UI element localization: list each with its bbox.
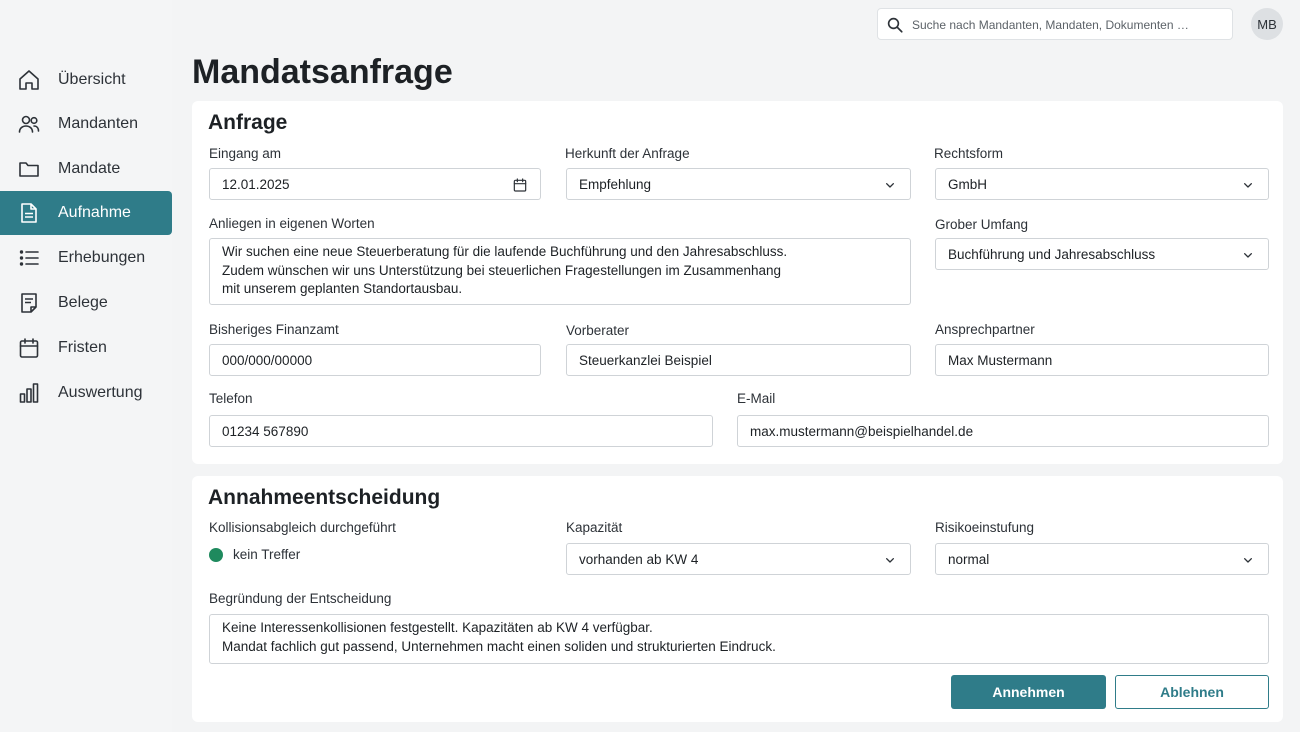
chevron-down-icon — [886, 558, 894, 563]
herkunft-select[interactable]: Empfehlung — [566, 168, 911, 200]
sidebar: Übersicht Mandanten Mandate Aufnahme Erh… — [0, 0, 172, 732]
telefon-value: 01234 567890 — [222, 423, 309, 439]
risiko-label: Risikoeinstufung — [935, 520, 1035, 535]
email-value: max.mustermann@beispielhandel.de — [750, 423, 974, 439]
kapazitaet-value: vorhanden ab KW 4 — [579, 551, 699, 567]
finanzamt-value: 000/000/00000 — [222, 352, 313, 368]
document-icon — [21, 203, 37, 223]
sidebar-item-mandate[interactable]: Mandate — [0, 147, 172, 191]
sidebar-item-label: Belege — [58, 294, 108, 311]
search-input[interactable] — [912, 15, 1224, 35]
eingang-value: 12.01.2025 — [222, 176, 290, 192]
anliegen-textarea[interactable]: Wir suchen eine neue Steuerberatung für … — [209, 238, 911, 305]
calendar-icon — [513, 178, 527, 192]
search-box[interactable] — [877, 8, 1233, 40]
sidebar-item-label: Aufnahme — [58, 204, 131, 221]
finanzamt-label: Bisheriges Finanzamt — [209, 322, 339, 337]
begruendung-label: Begründung der Entscheidung — [209, 591, 392, 606]
finanzamt-input[interactable]: 000/000/00000 — [209, 344, 541, 376]
sidebar-item-label: Erhebungen — [58, 249, 146, 266]
eingang-date-field[interactable]: 12.01.2025 — [209, 168, 541, 200]
telefon-input[interactable]: 01234 567890 — [209, 415, 713, 447]
herkunft-label: Herkunft der Anfrage — [565, 146, 690, 161]
herkunft-value: Empfehlung — [579, 176, 652, 192]
annahmeentscheidung-card: Annahmeentscheidung Kollisionsabgleich d… — [192, 476, 1283, 722]
calendar-icon — [19, 338, 39, 358]
folder-icon — [19, 162, 39, 177]
sidebar-item-mandanten[interactable]: Mandanten — [0, 102, 172, 146]
sidebar-item-fristen[interactable]: Fristen — [0, 326, 172, 370]
rechtsform-value: GmbH — [948, 176, 988, 192]
vorberater-input[interactable]: Steuerkanzlei Beispiel — [566, 344, 911, 376]
kollision-label: Kollisionsabgleich durchgeführt — [209, 520, 396, 535]
sidebar-item-label: Fristen — [58, 339, 107, 356]
anliegen-label: Anliegen in eigenen Worten — [209, 216, 375, 231]
users-icon — [18, 115, 40, 133]
section-title: Anfrage — [208, 111, 288, 134]
anfrage-card: Anfrage Eingang am 12.01.2025 Herkunft d… — [192, 101, 1283, 464]
sidebar-item-aufnahme[interactable]: Aufnahme — [0, 191, 172, 235]
section-title: Annahmeentscheidung — [208, 486, 441, 509]
kapazitaet-label: Kapazität — [566, 520, 623, 535]
umfang-label: Grober Umfang — [935, 217, 1029, 232]
umfang-value: Buchführung und Jahresabschluss — [948, 246, 1156, 262]
ansprechpartner-input[interactable]: Max Mustermann — [935, 344, 1269, 376]
bar-chart-icon — [19, 383, 39, 403]
page-title: Mandatsanfrage — [192, 53, 453, 91]
avatar[interactable]: MB — [1251, 8, 1283, 40]
status-indicator-dot — [209, 548, 223, 562]
risiko-select[interactable]: normal — [935, 543, 1269, 575]
kollision-status: kein Treffer — [233, 547, 301, 562]
vorberater-label: Vorberater — [566, 323, 630, 338]
sidebar-item-label: Mandanten — [58, 115, 139, 132]
chevron-down-icon — [886, 183, 894, 188]
reject-button[interactable]: Ablehnen — [1115, 675, 1269, 709]
umfang-select[interactable]: Buchführung und Jahresabschluss — [935, 238, 1269, 270]
receipt-icon — [21, 293, 37, 313]
sidebar-item-auswertung[interactable]: Auswertung — [0, 371, 172, 415]
email-label: E-Mail — [737, 391, 776, 406]
chevron-down-icon — [1244, 183, 1252, 188]
risiko-value: normal — [948, 551, 990, 567]
vorberater-value: Steuerkanzlei Beispiel — [579, 352, 712, 368]
sidebar-item-label: Übersicht — [58, 71, 126, 88]
list-icon — [19, 250, 39, 266]
accept-button[interactable]: Annehmen — [951, 675, 1106, 709]
chevron-down-icon — [1244, 253, 1252, 258]
sidebar-item-belege[interactable]: Belege — [0, 281, 172, 325]
sidebar-item-label: Mandate — [58, 160, 121, 177]
telefon-label: Telefon — [209, 391, 253, 406]
rechtsform-select[interactable]: GmbH — [935, 168, 1269, 200]
top-bar: MB — [172, 0, 1300, 48]
chevron-down-icon — [1244, 558, 1252, 563]
kapazitaet-select[interactable]: vorhanden ab KW 4 — [566, 543, 911, 575]
email-input[interactable]: max.mustermann@beispielhandel.de — [737, 415, 1269, 447]
home-icon — [19, 70, 39, 90]
ansprechpartner-label: Ansprechpartner — [935, 322, 1035, 337]
search-icon — [887, 17, 903, 33]
sidebar-item-uebersicht[interactable]: Übersicht — [0, 58, 172, 102]
sidebar-item-erhebungen[interactable]: Erhebungen — [0, 236, 172, 280]
sidebar-item-label: Auswertung — [58, 384, 143, 401]
eingang-label: Eingang am — [209, 146, 282, 161]
begruendung-textarea[interactable]: Keine Interessenkollisionen festgestellt… — [209, 614, 1269, 664]
ansprechpartner-value: Max Mustermann — [948, 352, 1053, 368]
rechtsform-label: Rechtsform — [934, 146, 1004, 161]
